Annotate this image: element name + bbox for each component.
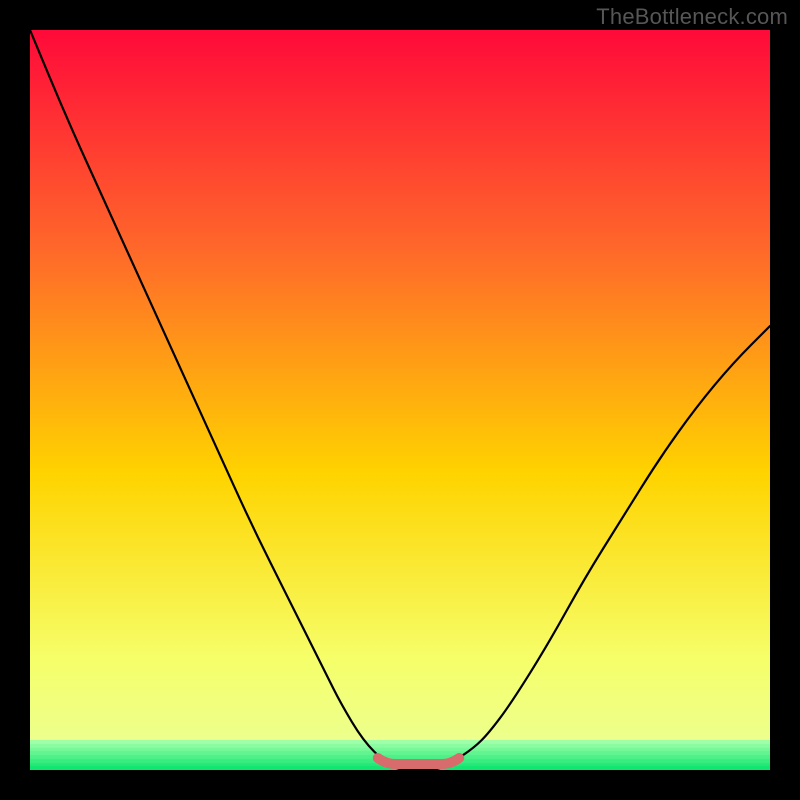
watermark-text: TheBottleneck.com	[596, 4, 788, 30]
target-range-marker	[378, 758, 459, 764]
plot-area	[30, 30, 770, 770]
chart-container: TheBottleneck.com	[0, 0, 800, 800]
chart-curves-svg	[30, 30, 770, 770]
deviation-curve	[30, 30, 770, 770]
